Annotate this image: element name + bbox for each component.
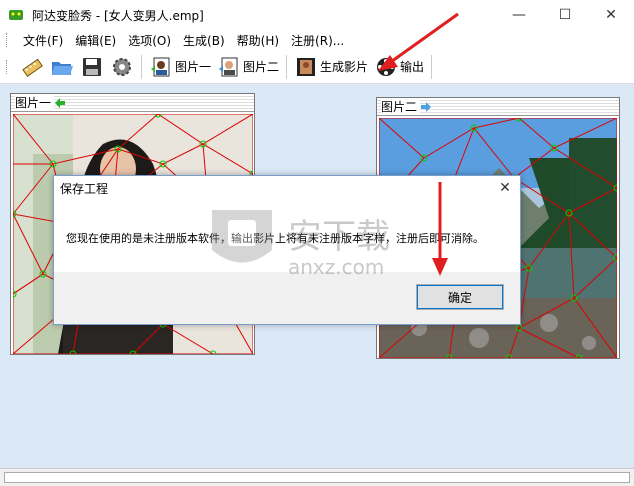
panel-1-title: 图片一 xyxy=(11,94,254,112)
status-bar xyxy=(0,468,634,486)
app-icon xyxy=(9,10,23,20)
dialog-footer: 确定 xyxy=(54,272,520,324)
panel-2-title-text: 图片二 xyxy=(381,98,421,115)
blue-arrow-icon xyxy=(421,101,432,112)
title-bar: 阿达变脸秀 - [女人变男人.emp] — ☐ ✕ xyxy=(0,0,634,30)
portrait-male-icon xyxy=(219,57,238,76)
toolbar: 图片一 图片二 生成影片 输出 xyxy=(0,50,634,84)
settings-button[interactable] xyxy=(107,53,137,81)
green-arrow-icon xyxy=(55,97,66,108)
toolbar-separator xyxy=(431,54,433,79)
save-project-dialog: 保存工程 ✕ 您现在使用的是未注册版本软件，输出影片上将有未注册版本字样，注册后… xyxy=(53,175,521,325)
folder-open-icon xyxy=(52,61,73,75)
maximize-button[interactable]: ☐ xyxy=(542,0,588,30)
toolbar-grip xyxy=(6,59,9,74)
pic2-button[interactable]: 图片二 xyxy=(214,53,282,81)
menu-options[interactable]: 选项(O) xyxy=(122,32,177,49)
toolbar-separator xyxy=(286,54,288,79)
new-film-icon xyxy=(22,58,43,77)
pic1-label: 图片一 xyxy=(175,60,212,74)
open-button[interactable] xyxy=(47,53,77,81)
generate-label: 生成影片 xyxy=(320,60,369,74)
window-title: 阿达变脸秀 - [女人变男人.emp] xyxy=(32,8,204,23)
menu-edit[interactable]: 编辑(E) xyxy=(69,32,122,49)
dialog-title: 保存工程 xyxy=(60,181,109,196)
output-label: 输出 xyxy=(400,60,425,74)
film-face-icon xyxy=(297,57,316,76)
minimize-button[interactable]: — xyxy=(496,0,542,30)
pic1-button[interactable]: 图片一 xyxy=(146,53,214,81)
toolbar-separator xyxy=(141,54,142,79)
menu-register[interactable]: 注册(R)... xyxy=(285,32,350,49)
panel-1-title-text: 图片一 xyxy=(15,94,55,111)
generate-button[interactable]: 生成影片 xyxy=(291,53,371,81)
menu-help[interactable]: 帮助(H) xyxy=(231,32,285,49)
panel-2-title: 图片二 xyxy=(377,98,619,116)
menu-build[interactable]: 生成(B) xyxy=(177,32,231,49)
gear-icon xyxy=(113,57,131,76)
film-reel-icon xyxy=(377,57,396,76)
portrait-female-icon xyxy=(151,57,170,76)
dialog-message: 您现在使用的是未注册版本软件，输出影片上将有未注册版本字样，注册后即可消除。 xyxy=(66,232,484,245)
menu-bar: 文件(F) 编辑(E) 选项(O) 生成(B) 帮助(H) 注册(R)... xyxy=(0,30,634,50)
dialog-close-button[interactable]: ✕ xyxy=(494,178,516,198)
save-button[interactable] xyxy=(77,53,107,81)
dialog-body: 您现在使用的是未注册版本软件，输出影片上将有未注册版本字样，注册后即可消除。 xyxy=(54,200,520,272)
close-button[interactable]: ✕ xyxy=(588,0,634,30)
new-button[interactable] xyxy=(17,53,47,81)
save-disk-icon xyxy=(83,57,101,76)
menu-grip xyxy=(6,33,9,47)
pic2-label: 图片二 xyxy=(243,60,280,74)
menu-file[interactable]: 文件(F) xyxy=(17,32,69,49)
output-button[interactable]: 输出 xyxy=(371,53,427,81)
status-field xyxy=(4,472,630,483)
ok-button[interactable]: 确定 xyxy=(416,284,504,310)
